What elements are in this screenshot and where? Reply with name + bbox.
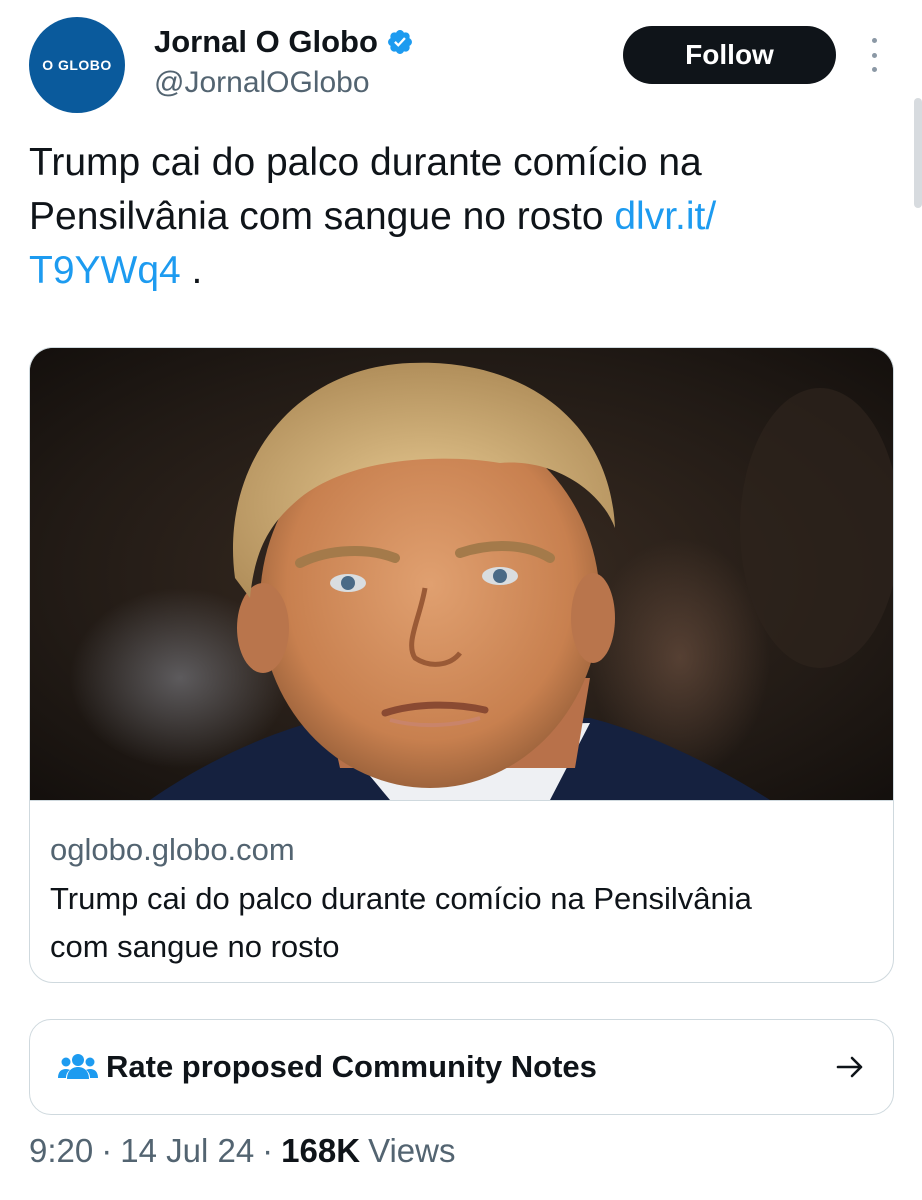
views-label: Views — [368, 1132, 456, 1169]
avatar[interactable]: O GLOBO — [29, 17, 125, 113]
card-image[interactable] — [30, 348, 893, 800]
display-name[interactable]: Jornal O Globo — [154, 24, 378, 60]
card-title: Trump cai do palco durante comício na Pe… — [50, 881, 752, 964]
author-block: Jornal O Globo @JornalOGlobo — [154, 20, 414, 100]
portrait-photo — [30, 348, 893, 800]
verified-badge-icon — [387, 30, 412, 54]
people-icon — [58, 1054, 98, 1079]
link-card[interactable]: oglobo.globo.com Trump cai do palco dura… — [29, 347, 894, 983]
community-notes-button[interactable]: Rate proposed Community Notes — [29, 1019, 894, 1115]
tweet-date[interactable]: 14 Jul 24 — [120, 1132, 254, 1170]
avatar-logo-text: O GLOBO — [42, 57, 112, 73]
handle[interactable]: @JornalOGlobo — [154, 66, 414, 100]
tweet-page: O GLOBO Jornal O Globo @JornalOGlobo Fol… — [0, 0, 922, 1200]
more-options-icon[interactable] — [862, 38, 886, 72]
arrow-right-icon — [836, 1056, 863, 1078]
tweet-trailing: . — [180, 249, 203, 292]
tweet-text: Trump cai do palco durante comício na Pe… — [29, 136, 859, 298]
separator-dot: · — [262, 1132, 274, 1169]
display-name-row: Jornal O Globo — [154, 20, 414, 64]
tweet-meta: 9:20 · 14 Jul 24 · 168K Views — [29, 1132, 456, 1170]
tweet-body: Trump cai do palco durante comício na Pe… — [29, 141, 702, 238]
follow-button[interactable]: Follow — [623, 26, 836, 84]
views-count[interactable]: 168K — [281, 1132, 360, 1170]
card-domain: oglobo.globo.com — [50, 832, 295, 867]
tweet-time[interactable]: 9:20 — [29, 1132, 93, 1170]
separator-dot: · — [101, 1132, 113, 1169]
card-body[interactable]: oglobo.globo.com Trump cai do palco dura… — [30, 800, 893, 982]
scrollbar[interactable] — [914, 98, 922, 208]
community-notes-label: Rate proposed Community Notes — [106, 1049, 597, 1084]
